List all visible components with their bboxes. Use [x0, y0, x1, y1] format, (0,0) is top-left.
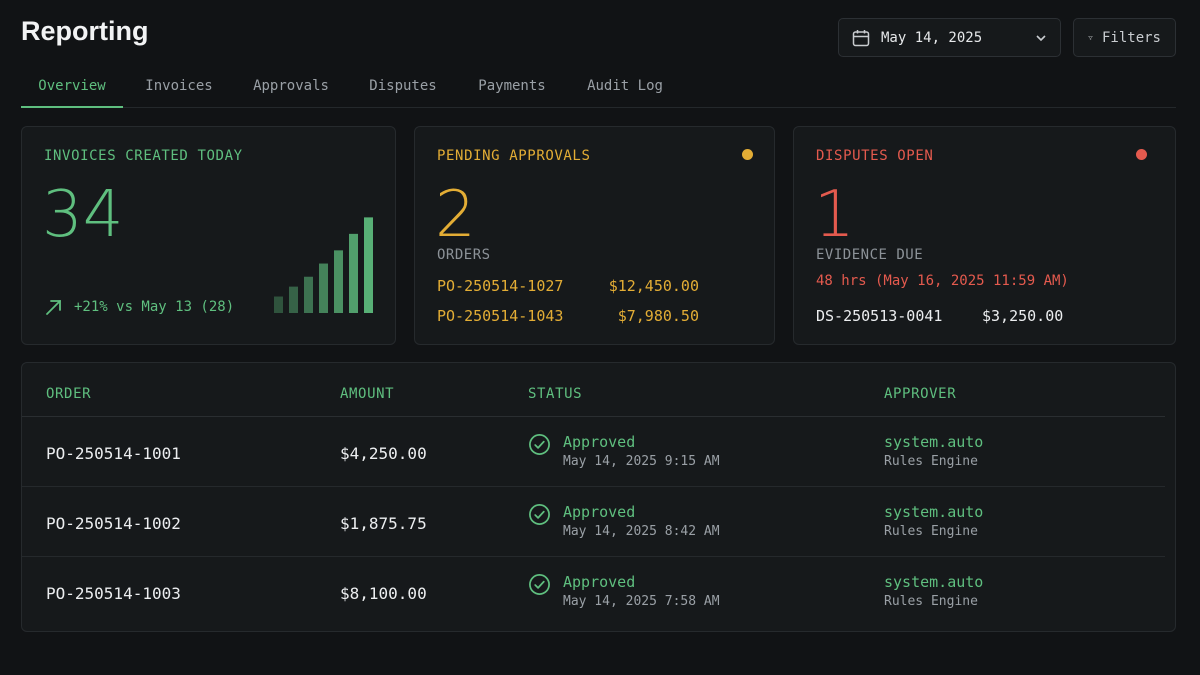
disputes-count: 1 [814, 178, 855, 252]
order-cell: PO-250514-1002 [46, 514, 181, 533]
pending-orders-list: PO-250514-1027 $12,450.00 PO-250514-1043… [437, 277, 699, 337]
trend-indicator: +21% vs May 13 (28) [44, 297, 234, 317]
tab-overview[interactable]: Overview [21, 66, 123, 108]
order-cell: PO-250514-1001 [46, 444, 181, 463]
list-item[interactable]: PO-250514-1027 $12,450.00 [437, 277, 699, 307]
table-row[interactable]: PO-250514-1001 $4,250.00 Approved May 14… [22, 417, 1165, 487]
pending-count: 2 [435, 178, 476, 252]
spark-bar [274, 296, 283, 313]
amount-cell: $8,100.00 [340, 584, 427, 603]
invoices-created-card: INVOICES CREATED TODAY 34 +21% vs May 13… [21, 126, 396, 345]
orders-label: ORDERS [437, 247, 491, 263]
approver-source: Rules Engine [884, 454, 978, 469]
status-dot [742, 149, 753, 160]
orders-table: ORDER AMOUNT STATUS APPROVER PO-250514-1… [21, 362, 1176, 632]
approver-name: system.auto [884, 503, 984, 521]
card-label: DISPUTES OPEN [816, 148, 934, 164]
tab-bar: Overview Invoices Approvals Disputes Pay… [21, 66, 1176, 108]
table-row[interactable]: PO-250514-1003 $8,100.00 Approved May 14… [22, 557, 1165, 627]
status-time: May 14, 2025 8:42 AM [563, 524, 720, 539]
pending-approvals-card: PENDING APPROVALS 2 ORDERS PO-250514-102… [414, 126, 775, 345]
table-header: ORDER AMOUNT STATUS APPROVER [22, 363, 1165, 417]
tab-payments[interactable]: Payments [459, 66, 565, 108]
list-item[interactable]: PO-250514-1043 $7,980.50 [437, 307, 699, 337]
amount-cell: $1,875.75 [340, 514, 427, 533]
chevron-down-icon [1036, 34, 1046, 41]
check-circle-icon [529, 434, 550, 455]
spark-bar [364, 217, 373, 313]
evidence-due-label: EVIDENCE DUE [816, 247, 924, 263]
approver-source: Rules Engine [884, 594, 978, 609]
order-id: PO-250514-1043 [437, 307, 564, 325]
approver-name: system.auto [884, 573, 984, 591]
status-cell: Approved May 14, 2025 9:15 AM [528, 433, 720, 472]
spark-bar [334, 250, 343, 313]
status-time: May 14, 2025 9:15 AM [563, 454, 720, 469]
approver-source: Rules Engine [884, 524, 978, 539]
status-cell: Approved May 14, 2025 7:58 AM [528, 573, 720, 612]
evidence-due-time: 48 hrs (May 16, 2025 11:59 AM) [816, 273, 1069, 289]
dispute-item[interactable]: DS-250513-0041 $3,250.00 [816, 307, 1063, 325]
card-label: INVOICES CREATED TODAY [44, 148, 243, 164]
status-text: Approved [563, 433, 636, 451]
tab-invoices[interactable]: Invoices [123, 66, 235, 108]
order-amount: $7,980.50 [617, 307, 699, 325]
order-cell: PO-250514-1003 [46, 584, 181, 603]
tab-audit-log[interactable]: Audit Log [565, 66, 685, 108]
column-header-status[interactable]: STATUS [528, 386, 582, 402]
order-amount: $12,450.00 [608, 277, 699, 295]
dispute-amount: $3,250.00 [982, 307, 1064, 325]
date-value: May 14, 2025 [881, 29, 983, 46]
status-time: May 14, 2025 7:58 AM [563, 594, 720, 609]
tab-disputes[interactable]: Disputes [347, 66, 459, 108]
status-cell: Approved May 14, 2025 8:42 AM [528, 503, 720, 542]
amount-cell: $4,250.00 [340, 444, 427, 463]
page-title: Reporting [21, 16, 149, 46]
arrow-up-right-icon [46, 300, 61, 315]
sparkline-bar-chart [274, 217, 373, 313]
status-dot [1136, 149, 1147, 160]
column-header-order[interactable]: ORDER [46, 386, 91, 402]
spark-bar [319, 263, 328, 313]
filters-button[interactable]: Filters [1073, 18, 1176, 57]
dispute-id: DS-250513-0041 [816, 307, 943, 325]
calendar-icon [852, 29, 870, 46]
spark-bar [304, 276, 313, 313]
trend-text: +21% vs May 13 (28) [74, 299, 235, 315]
filters-label: Filters [1101, 29, 1161, 46]
check-circle-icon [529, 504, 550, 525]
funnel-icon [1088, 35, 1093, 40]
card-label: PENDING APPROVALS [437, 148, 591, 164]
approver-cell: system.auto Rules Engine [884, 573, 983, 612]
status-text: Approved [563, 503, 636, 521]
check-circle-icon [529, 574, 550, 595]
approver-name: system.auto [884, 433, 984, 451]
date-picker[interactable]: May 14, 2025 [838, 18, 1061, 57]
status-text: Approved [563, 573, 636, 591]
table-row[interactable]: PO-250514-1002 $1,875.75 Approved May 14… [22, 487, 1165, 557]
approver-cell: system.auto Rules Engine [884, 503, 983, 542]
tab-approvals[interactable]: Approvals [235, 66, 347, 108]
column-header-amount[interactable]: AMOUNT [340, 386, 394, 402]
invoices-count: 34 [42, 178, 124, 252]
spark-bar [289, 286, 298, 313]
disputes-open-card: DISPUTES OPEN 1 EVIDENCE DUE 48 hrs (May… [793, 126, 1176, 345]
approver-cell: system.auto Rules Engine [884, 433, 983, 472]
column-header-approver[interactable]: APPROVER [884, 386, 956, 402]
order-id: PO-250514-1027 [437, 277, 564, 295]
spark-bar [349, 233, 358, 313]
